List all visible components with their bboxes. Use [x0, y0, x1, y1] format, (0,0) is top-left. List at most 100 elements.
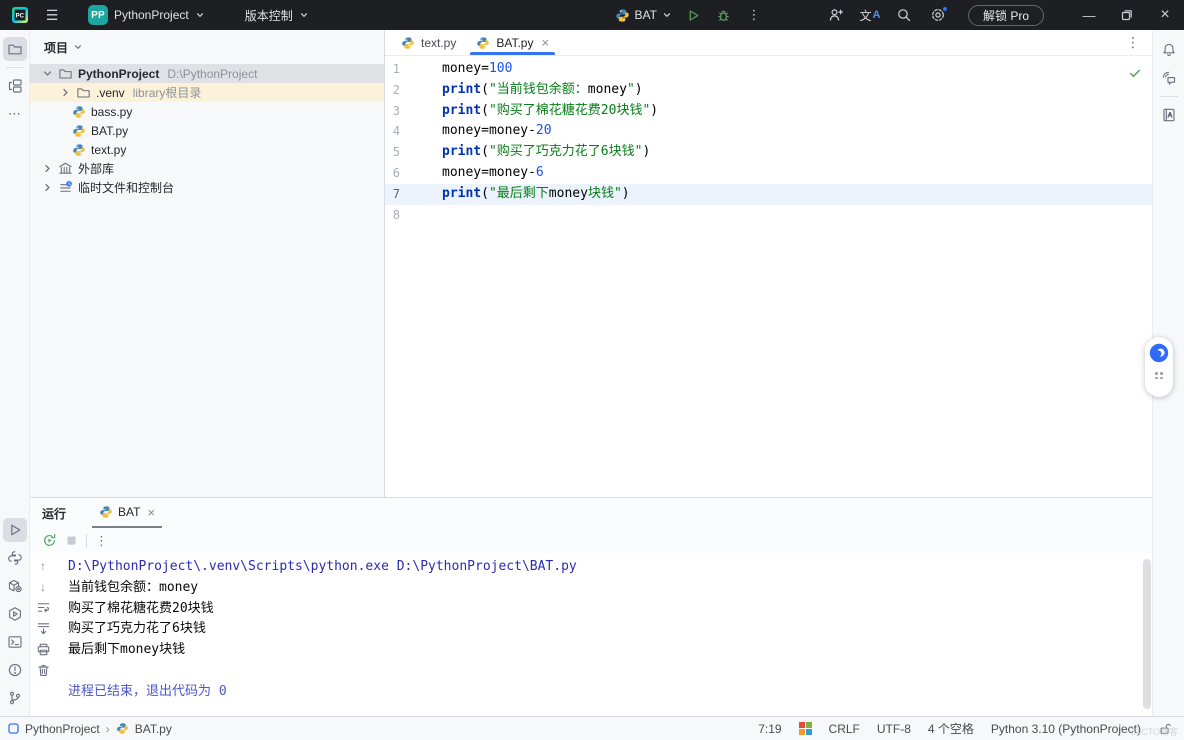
restore-button[interactable]	[1108, 0, 1146, 30]
python-icon	[615, 8, 630, 23]
clear-console-button[interactable]	[36, 662, 51, 679]
python-file-icon	[72, 105, 86, 119]
project-tool-button[interactable]	[3, 37, 27, 61]
version-control-button[interactable]	[3, 686, 27, 710]
inspections-ok-icon[interactable]	[1128, 66, 1142, 80]
commit-tool-button[interactable]	[3, 74, 27, 98]
search-everywhere-button[interactable]	[892, 3, 916, 27]
code-area: 1money=1002print("当前钱包余额：money")3print("…	[385, 59, 1152, 225]
notifications-button[interactable]	[1157, 38, 1181, 62]
editor-options-button[interactable]: ⋮	[1126, 30, 1152, 55]
breadcrumb-project[interactable]: PythonProject	[25, 722, 100, 736]
code-with-me-button[interactable]	[824, 3, 848, 27]
run-tab-bat[interactable]: BAT ×	[92, 498, 162, 528]
console-scrollbar[interactable]	[1143, 559, 1151, 709]
debug-button[interactable]	[712, 3, 736, 27]
code-editor[interactable]: 1money=1002print("当前钱包余额：money")3print("…	[385, 56, 1152, 497]
pycharm-logo-icon: PC	[11, 6, 29, 24]
tree-item-bass.py[interactable]: bass.py	[30, 102, 384, 121]
line-number[interactable]: 4	[385, 121, 400, 142]
run-more-options-button[interactable]: ⋮	[95, 533, 108, 549]
drag-handle[interactable]	[1155, 372, 1163, 379]
close-button[interactable]: ×	[1146, 0, 1184, 30]
console-output[interactable]: D:\PythonProject\.venv\Scripts\python.ex…	[56, 553, 1152, 716]
line-separator-widget[interactable]: CRLF	[829, 722, 860, 736]
code-line-8[interactable]: 8	[385, 205, 1152, 226]
line-number[interactable]: 3	[385, 101, 400, 122]
pycharm-logo[interactable]: PC	[8, 3, 32, 27]
line-number[interactable]: 1	[385, 59, 400, 80]
minimize-button[interactable]: —	[1070, 0, 1108, 30]
problems-icon	[7, 662, 23, 678]
stop-button[interactable]	[65, 534, 78, 547]
print-button[interactable]	[36, 641, 51, 658]
tree-item-text.py[interactable]: text.py	[30, 140, 384, 159]
soft-wrap-button[interactable]	[36, 599, 51, 616]
problems-button[interactable]	[3, 658, 27, 682]
tab-close-icon[interactable]: ×	[539, 36, 549, 49]
line-number[interactable]: 8	[385, 205, 400, 226]
code-line-5[interactable]: 5print("购买了巧克力花了6块钱")	[385, 142, 1152, 163]
services-button[interactable]	[3, 602, 27, 626]
translate-button[interactable]: 文A	[858, 3, 882, 27]
indent-widget[interactable]: 4 个空格	[928, 720, 974, 737]
python-console-button[interactable]	[3, 546, 27, 570]
rerun-button[interactable]	[42, 533, 57, 548]
code-line-7[interactable]: 7print("最后剩下money块钱")	[385, 184, 1152, 205]
run-config-selector[interactable]: BAT	[611, 3, 676, 27]
python-packages-button[interactable]	[3, 574, 27, 598]
next-occurrence-button[interactable]: ↓	[40, 578, 46, 595]
tree-item-BAT.py[interactable]: BAT.py	[30, 121, 384, 140]
line-number[interactable]: 6	[385, 163, 400, 184]
run-tool-window: 运行 BAT ×	[30, 497, 1152, 716]
run-button[interactable]	[682, 3, 706, 27]
line-number[interactable]: 2	[385, 80, 400, 101]
editor-tab-BAT.py[interactable]: BAT.py×	[466, 30, 559, 55]
tree-item-.venv[interactable]: .venvlibrary根目录	[30, 83, 384, 102]
prev-occurrence-button[interactable]: ↑	[40, 557, 46, 574]
tree-item--[interactable]: 外部库	[30, 159, 384, 178]
more-run-actions-button[interactable]: ⋮	[742, 3, 766, 27]
tree-item-label: 外部库	[78, 160, 114, 177]
run-tool-button[interactable]	[3, 518, 27, 542]
python-icon	[99, 505, 113, 519]
tree-item-label: PythonProject	[78, 67, 159, 81]
code-line-1[interactable]: 1money=100	[385, 59, 1152, 80]
code-line-4[interactable]: 4money=money-20	[385, 121, 1152, 142]
scroll-to-end-button[interactable]	[36, 620, 51, 637]
interpreter-widget[interactable]: Python 3.10 (PythonProject)	[991, 722, 1141, 736]
more-tools-button[interactable]: ⋯	[3, 102, 27, 126]
code-line-6[interactable]: 6money=money-6	[385, 163, 1152, 184]
code-line-3[interactable]: 3print("购买了棉花糖花费20块钱")	[385, 101, 1152, 122]
main-menu-button[interactable]: ☰	[40, 3, 64, 27]
editor-tab-text.py[interactable]: text.py	[391, 30, 466, 55]
project-widget[interactable]: PP PythonProject	[80, 3, 213, 27]
input-method-icon[interactable]	[799, 722, 812, 735]
packages-icon	[7, 578, 23, 594]
floating-assistant-button[interactable]	[1145, 337, 1173, 397]
code-line-2[interactable]: 2print("当前钱包余额：money")	[385, 80, 1152, 101]
unlock-pro-button[interactable]: 解锁 Pro	[968, 5, 1044, 26]
run-toolbar: ⋮	[30, 528, 1152, 553]
external-libraries-icon	[58, 161, 73, 176]
translation-dictionary-button[interactable]: A	[1157, 103, 1181, 127]
chevron-down-icon[interactable]	[73, 42, 83, 52]
tree-item--[interactable]: 临时文件和控制台	[30, 178, 384, 197]
terminal-button[interactable]	[3, 630, 27, 654]
settings-button[interactable]	[926, 3, 950, 27]
run-tab-close-icon[interactable]: ×	[145, 506, 155, 519]
console-toolbar: ↑ ↓	[30, 553, 56, 716]
caret-position[interactable]: 7:19	[758, 722, 781, 736]
ai-assistant-button[interactable]	[1157, 66, 1181, 90]
console-line: D:\PythonProject\.venv\Scripts\python.ex…	[68, 557, 1152, 578]
tree-item-PythonProject[interactable]: PythonProjectD:\PythonProject	[30, 64, 384, 83]
services-icon	[7, 606, 23, 622]
line-number[interactable]: 7	[385, 184, 400, 205]
search-icon	[896, 7, 912, 23]
breadcrumb-file[interactable]: BAT.py	[135, 722, 172, 736]
project-icon	[8, 723, 19, 734]
vcs-widget[interactable]: 版本控制	[237, 3, 317, 27]
line-number[interactable]: 5	[385, 142, 400, 163]
folder-icon	[76, 85, 91, 100]
encoding-widget[interactable]: UTF-8	[877, 722, 911, 736]
